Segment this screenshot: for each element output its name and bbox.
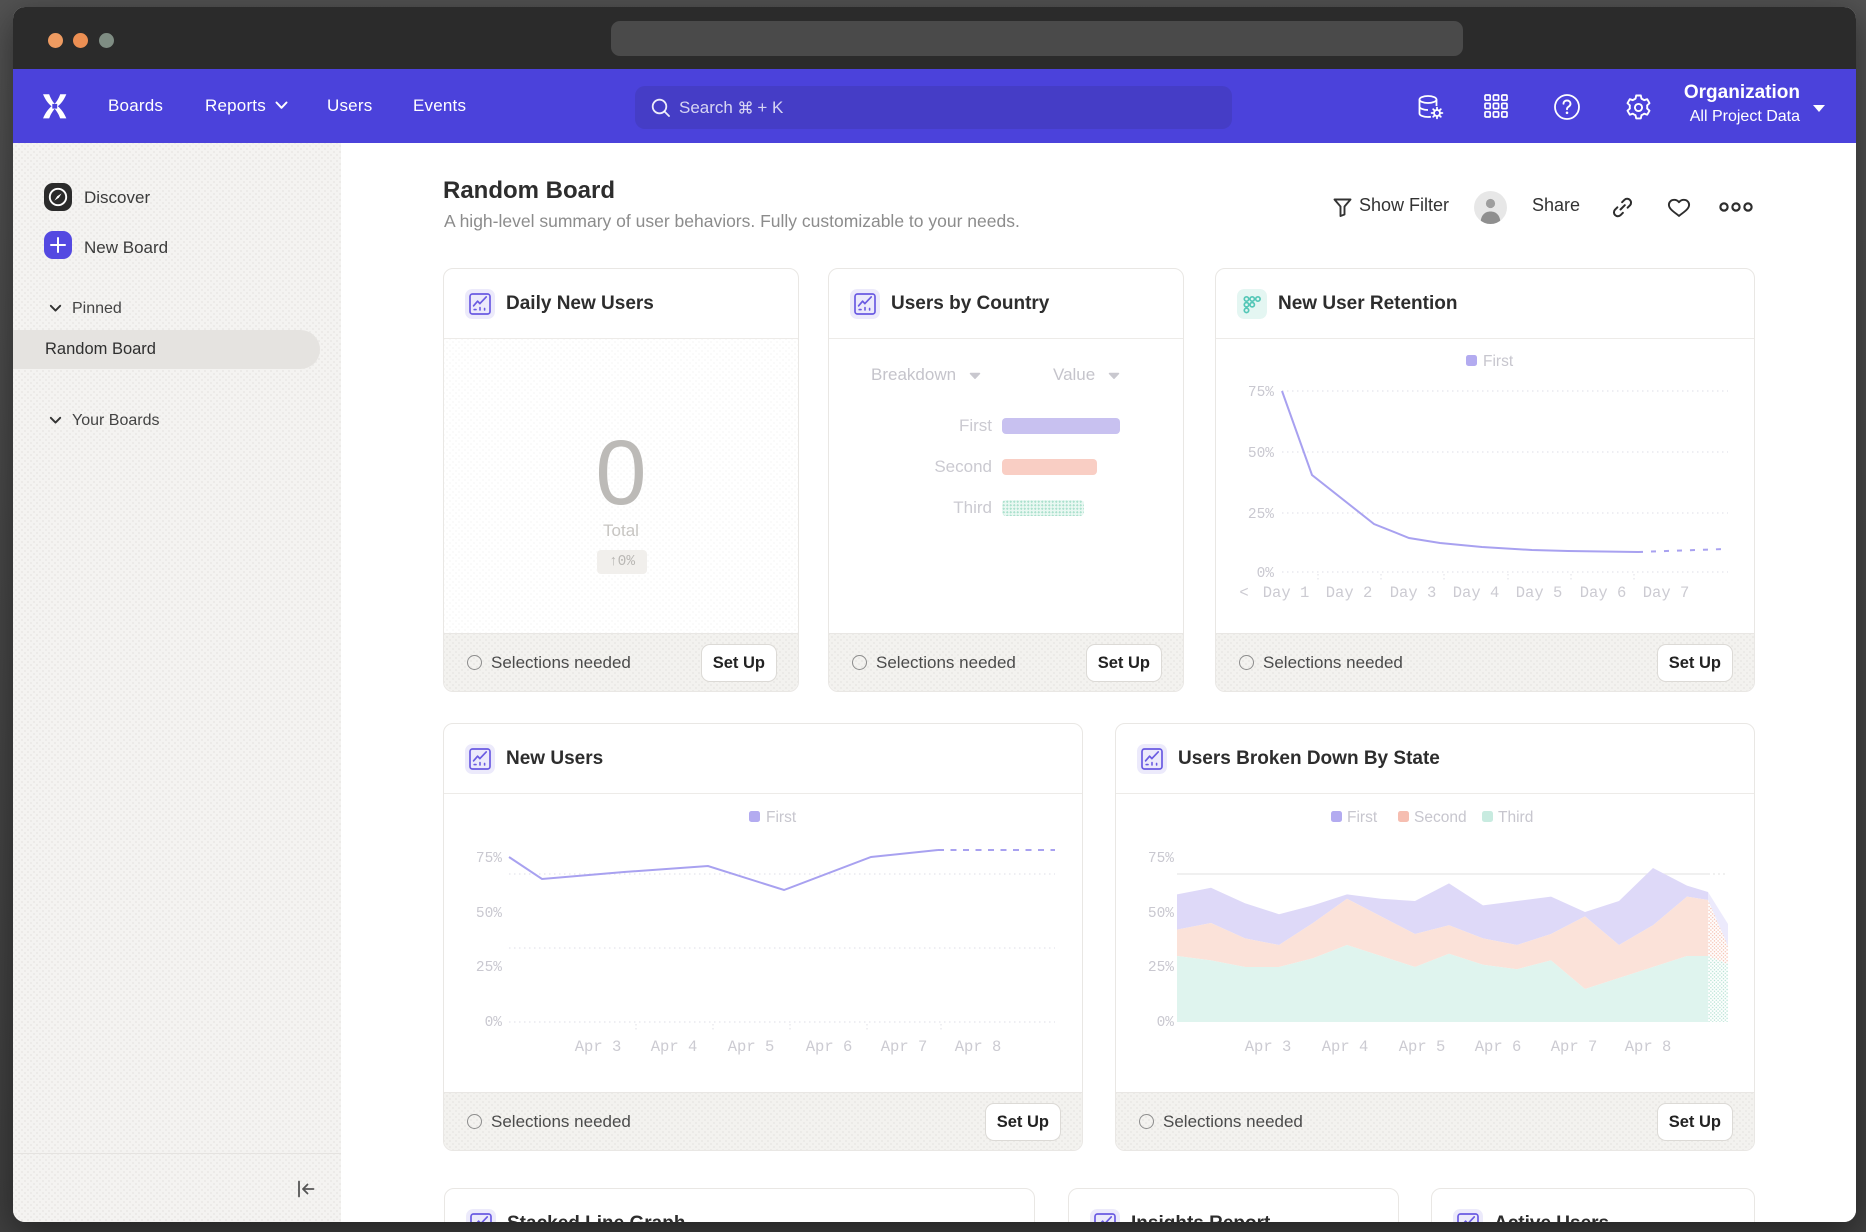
svg-text:Day 7: Day 7 — [1643, 584, 1690, 602]
svg-text:Apr 8: Apr 8 — [955, 1038, 1002, 1056]
svg-text:50%: 50% — [1248, 446, 1274, 462]
svg-text:25%: 25% — [1148, 960, 1174, 976]
svg-text:0%: 0% — [1257, 566, 1275, 582]
svg-text:<: < — [1239, 584, 1248, 602]
svg-text:Apr 4: Apr 4 — [651, 1038, 698, 1056]
svg-text:75%: 75% — [1148, 851, 1174, 867]
svg-text:25%: 25% — [1248, 507, 1274, 523]
svg-text:0%: 0% — [1157, 1015, 1175, 1031]
svg-text:Second: Second — [1414, 809, 1467, 826]
svg-text:Day 2: Day 2 — [1326, 584, 1373, 602]
svg-text:Apr 6: Apr 6 — [806, 1038, 853, 1056]
svg-text:75%: 75% — [1248, 385, 1274, 401]
svg-text:Apr 7: Apr 7 — [1551, 1038, 1598, 1056]
svg-text:Day 3: Day 3 — [1390, 584, 1437, 602]
svg-text:Third: Third — [1498, 809, 1533, 826]
svg-text:Apr 5: Apr 5 — [728, 1038, 775, 1056]
svg-text:50%: 50% — [476, 906, 502, 922]
svg-text:Apr 3: Apr 3 — [1245, 1038, 1292, 1056]
svg-text:Apr 8: Apr 8 — [1625, 1038, 1672, 1056]
svg-text:50%: 50% — [1148, 906, 1174, 922]
svg-text:Day 5: Day 5 — [1516, 584, 1563, 602]
svg-text:Apr 6: Apr 6 — [1475, 1038, 1522, 1056]
svg-text:Day 4: Day 4 — [1453, 584, 1500, 602]
svg-text:0%: 0% — [485, 1015, 503, 1031]
svg-text:Day 1: Day 1 — [1263, 584, 1310, 602]
svg-text:First: First — [1347, 809, 1378, 826]
svg-text:Apr 4: Apr 4 — [1322, 1038, 1369, 1056]
svg-text:25%: 25% — [476, 960, 502, 976]
svg-text:Apr 5: Apr 5 — [1399, 1038, 1446, 1056]
svg-text:Apr 7: Apr 7 — [881, 1038, 928, 1056]
svg-text:Apr 3: Apr 3 — [575, 1038, 622, 1056]
svg-text:75%: 75% — [476, 851, 502, 867]
svg-text:Day 6: Day 6 — [1580, 584, 1627, 602]
svg-text:First: First — [766, 809, 797, 826]
svg-text:First: First — [1483, 353, 1514, 370]
